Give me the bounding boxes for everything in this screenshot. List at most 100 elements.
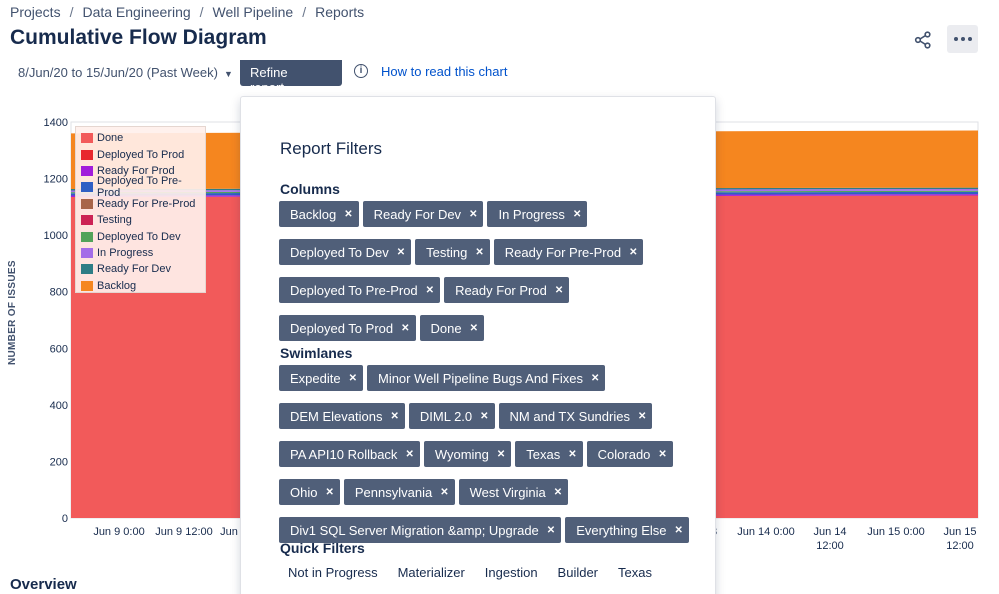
remove-icon[interactable]: ✕ <box>675 525 683 536</box>
swimlane-tag: PA API10 Rollback ✕ <box>279 441 420 467</box>
more-actions-button[interactable] <box>947 25 978 53</box>
legend-item[interactable]: Ready For Dev <box>81 261 205 277</box>
legend-item[interactable]: Deployed To Pre-Prod <box>81 175 205 199</box>
y-tick-label: 600 <box>50 343 68 355</box>
remove-icon[interactable]: ✕ <box>344 209 352 220</box>
legend-item[interactable]: Testing <box>81 212 205 228</box>
breadcrumb-separator: / <box>302 4 307 20</box>
remove-icon[interactable]: ✕ <box>638 411 646 422</box>
swimlane-tag: DIML 2.0 ✕ <box>408 403 495 429</box>
how-to-read-link[interactable]: How to read this chart <box>381 64 507 79</box>
report-filters-title: Report Filters <box>280 139 383 158</box>
swimlane-tag-label: DIML 2.0 <box>419 408 473 424</box>
share-button[interactable] <box>909 26 937 54</box>
breadcrumb-data-engineering[interactable]: Data Engineering <box>82 4 190 20</box>
breadcrumb: Projects / Data Engineering / Well Pipel… <box>10 4 364 20</box>
y-tick-label: 800 <box>50 287 68 299</box>
remove-icon[interactable]: ✕ <box>469 209 477 220</box>
quick-filter-item[interactable]: Materializer <box>398 565 465 580</box>
remove-icon[interactable]: ✕ <box>470 323 478 334</box>
y-tick-label: 1200 <box>44 174 68 186</box>
quick-filter-item[interactable]: Ingestion <box>485 565 538 580</box>
swimlane-tag: Everything Else ✕ <box>565 517 689 543</box>
quick-filter-item[interactable]: Not in Progress <box>288 565 378 580</box>
x-tick-label: Jun 9 0:00 <box>93 526 144 538</box>
legend-swatch <box>81 247 93 258</box>
swimlane-tag: Ohio ✕ <box>279 479 340 505</box>
remove-icon[interactable]: ✕ <box>658 449 666 460</box>
chevron-down-icon: ▼ <box>288 85 296 86</box>
share-icon <box>914 31 931 49</box>
quick-filter-item[interactable]: Texas <box>618 565 652 580</box>
quick-filters-heading: Quick Filters <box>280 540 365 556</box>
column-tag-label: Ready For Pre-Prod <box>504 244 622 260</box>
swimlane-tag-label: West Virginia <box>469 484 546 500</box>
breadcrumb-projects[interactable]: Projects <box>10 4 61 20</box>
x-tick-label: Jun 14 0:00 <box>737 526 795 538</box>
swimlane-tag-label: Pennsylvania <box>354 484 433 500</box>
remove-icon[interactable]: ✕ <box>573 209 581 220</box>
legend-swatch <box>81 264 93 275</box>
remove-icon[interactable]: ✕ <box>440 487 448 498</box>
date-range-select[interactable]: 8/Jun/20 to 15/Jun/20 (Past Week) ▼ <box>18 65 233 80</box>
refine-report-button[interactable]: Refine report▼ <box>240 60 342 86</box>
more-icon <box>953 37 972 41</box>
column-tag-label: Backlog <box>290 206 337 222</box>
remove-icon[interactable]: ✕ <box>401 323 409 334</box>
swimlane-tag: Wyoming ✕ <box>423 441 512 467</box>
remove-icon[interactable]: ✕ <box>426 285 434 296</box>
column-tag: In Progress ✕ <box>487 201 588 227</box>
swimlane-tag-label: DEM Elevations <box>290 408 383 424</box>
remove-icon[interactable]: ✕ <box>555 285 563 296</box>
breadcrumb-well-pipeline[interactable]: Well Pipeline <box>213 4 294 20</box>
legend-swatch <box>81 182 93 193</box>
quick-filters-list: Not in Progress Materializer Ingestion Buil… <box>288 565 652 580</box>
chart-legend: Done Deployed To Prod Ready For Prod Deploy… <box>75 126 206 293</box>
swimlanes-tag-list: Expedite ✕ Minor Well Pipeline Bugs And Fi… <box>279 365 699 543</box>
y-tick-label: 400 <box>50 400 68 412</box>
column-tag: Ready For Pre-Prod ✕ <box>493 239 644 265</box>
legend-item[interactable]: Done <box>81 130 205 146</box>
column-tag-label: Ready For Prod <box>455 282 547 298</box>
remove-icon[interactable]: ✕ <box>325 487 333 498</box>
legend-swatch <box>81 231 93 242</box>
remove-icon[interactable]: ✕ <box>591 373 599 384</box>
legend-item[interactable]: Deployed To Dev <box>81 228 205 244</box>
remove-icon[interactable]: ✕ <box>629 247 637 258</box>
remove-icon[interactable]: ✕ <box>390 411 398 422</box>
breadcrumb-reports[interactable]: Reports <box>315 4 364 20</box>
swimlane-tag-label: Div1 SQL Server Migration &amp; Upgrade <box>290 522 539 538</box>
remove-icon[interactable]: ✕ <box>405 449 413 460</box>
x-tick-label: Jun 15 12:00 <box>943 526 976 552</box>
columns-tag-list: Backlog ✕ Ready For Dev ✕ In Progress ✕ Deploy… <box>279 201 699 341</box>
legend-label: In Progress <box>97 246 154 259</box>
legend-label: Ready For Dev <box>97 263 171 276</box>
legend-swatch <box>81 149 93 160</box>
column-tag-label: Deployed To Prod <box>290 320 394 336</box>
remove-icon[interactable]: ✕ <box>568 449 576 460</box>
column-tag-label: Ready For Dev <box>373 206 462 222</box>
legend-swatch <box>81 165 93 176</box>
legend-item[interactable]: Deployed To Prod <box>81 146 205 162</box>
legend-label: Deployed To Pre-Prod <box>97 175 182 200</box>
y-tick-label: 200 <box>50 456 68 468</box>
remove-icon[interactable]: ✕ <box>547 525 555 536</box>
breadcrumb-separator: / <box>69 4 74 20</box>
remove-icon[interactable]: ✕ <box>475 247 483 258</box>
remove-icon[interactable]: ✕ <box>349 373 357 384</box>
legend-label: Testing <box>97 214 132 227</box>
quick-filter-item[interactable]: Builder <box>558 565 598 580</box>
report-filters-panel: Report Filters Columns Backlog ✕ Ready For… <box>240 96 716 594</box>
remove-icon[interactable]: ✕ <box>397 247 405 258</box>
legend-item[interactable]: Backlog <box>81 278 205 294</box>
remove-icon[interactable]: ✕ <box>497 449 505 460</box>
swimlane-tag: Pennsylvania ✕ <box>343 479 455 505</box>
legend-item[interactable]: Ready For Pre-Prod <box>81 196 205 212</box>
column-tag-label: Testing <box>426 244 468 260</box>
legend-item[interactable]: In Progress <box>81 245 205 261</box>
remove-icon[interactable]: ✕ <box>480 411 488 422</box>
columns-heading: Columns <box>280 181 340 197</box>
legend-label: Backlog <box>97 279 137 292</box>
remove-icon[interactable]: ✕ <box>554 487 562 498</box>
swimlane-tag-label: Texas <box>526 446 561 462</box>
